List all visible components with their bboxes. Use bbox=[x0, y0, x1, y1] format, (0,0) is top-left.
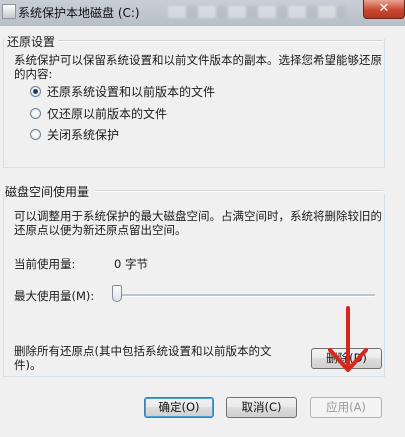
radio-label: 仅还原以前版本的文件 bbox=[47, 106, 168, 121]
radio-restore-system-and-files[interactable]: 还原系统设置和以前版本的文件 bbox=[30, 83, 215, 99]
window-icon bbox=[2, 4, 16, 19]
close-button[interactable]: ✕ bbox=[363, 0, 405, 19]
radio-unselected-icon[interactable] bbox=[30, 107, 41, 119]
radio-turn-off-protection[interactable]: 关闭系统保护 bbox=[30, 126, 119, 142]
restore-description: 系统保护可以保留系统设置和以前文件版本的副本。选择您希望能够还原的内容: bbox=[14, 53, 382, 81]
radio-unselected-icon[interactable] bbox=[30, 128, 41, 140]
radio-selected-icon[interactable] bbox=[30, 85, 41, 97]
max-usage-slider-track[interactable] bbox=[117, 294, 375, 297]
disk-usage-description: 可以调整用于系统保护的最大磁盘空间。占满空间时，系统将删除较旧的还原点以便为新还… bbox=[14, 209, 382, 237]
radio-restore-files-only[interactable]: 仅还原以前版本的文件 bbox=[30, 105, 167, 121]
radio-label: 还原系统设置和以前版本的文件 bbox=[47, 84, 216, 99]
group-separator bbox=[95, 190, 383, 192]
dialog-body: 还原设置 系统保护可以保留系统设置和以前文件版本的副本。选择您希望能够还原的内容… bbox=[0, 26, 405, 437]
max-usage-slider-thumb[interactable] bbox=[112, 285, 122, 302]
red-arrow-annotation bbox=[328, 306, 368, 372]
apply-button[interactable]: 应用(A) bbox=[310, 397, 382, 418]
title-bar-background bbox=[168, 6, 346, 18]
cancel-button[interactable]: 取消(C) bbox=[226, 397, 297, 418]
ok-button[interactable]: 确定(O) bbox=[144, 397, 214, 418]
max-usage-label: 最大使用量(M): bbox=[14, 289, 95, 303]
delete-restore-points-text: 删除所有还原点(其中包括系统设置和以前版本的文件)。 bbox=[14, 344, 272, 372]
title-bar: 系统保护本地磁盘 (C:) ✕ bbox=[0, 0, 405, 27]
current-usage-label: 当前使用量: bbox=[14, 257, 76, 271]
current-usage-value: 0 字节 bbox=[114, 257, 148, 271]
radio-label: 关闭系统保护 bbox=[47, 127, 120, 142]
window-title: 系统保护本地磁盘 (C:) bbox=[18, 6, 140, 20]
